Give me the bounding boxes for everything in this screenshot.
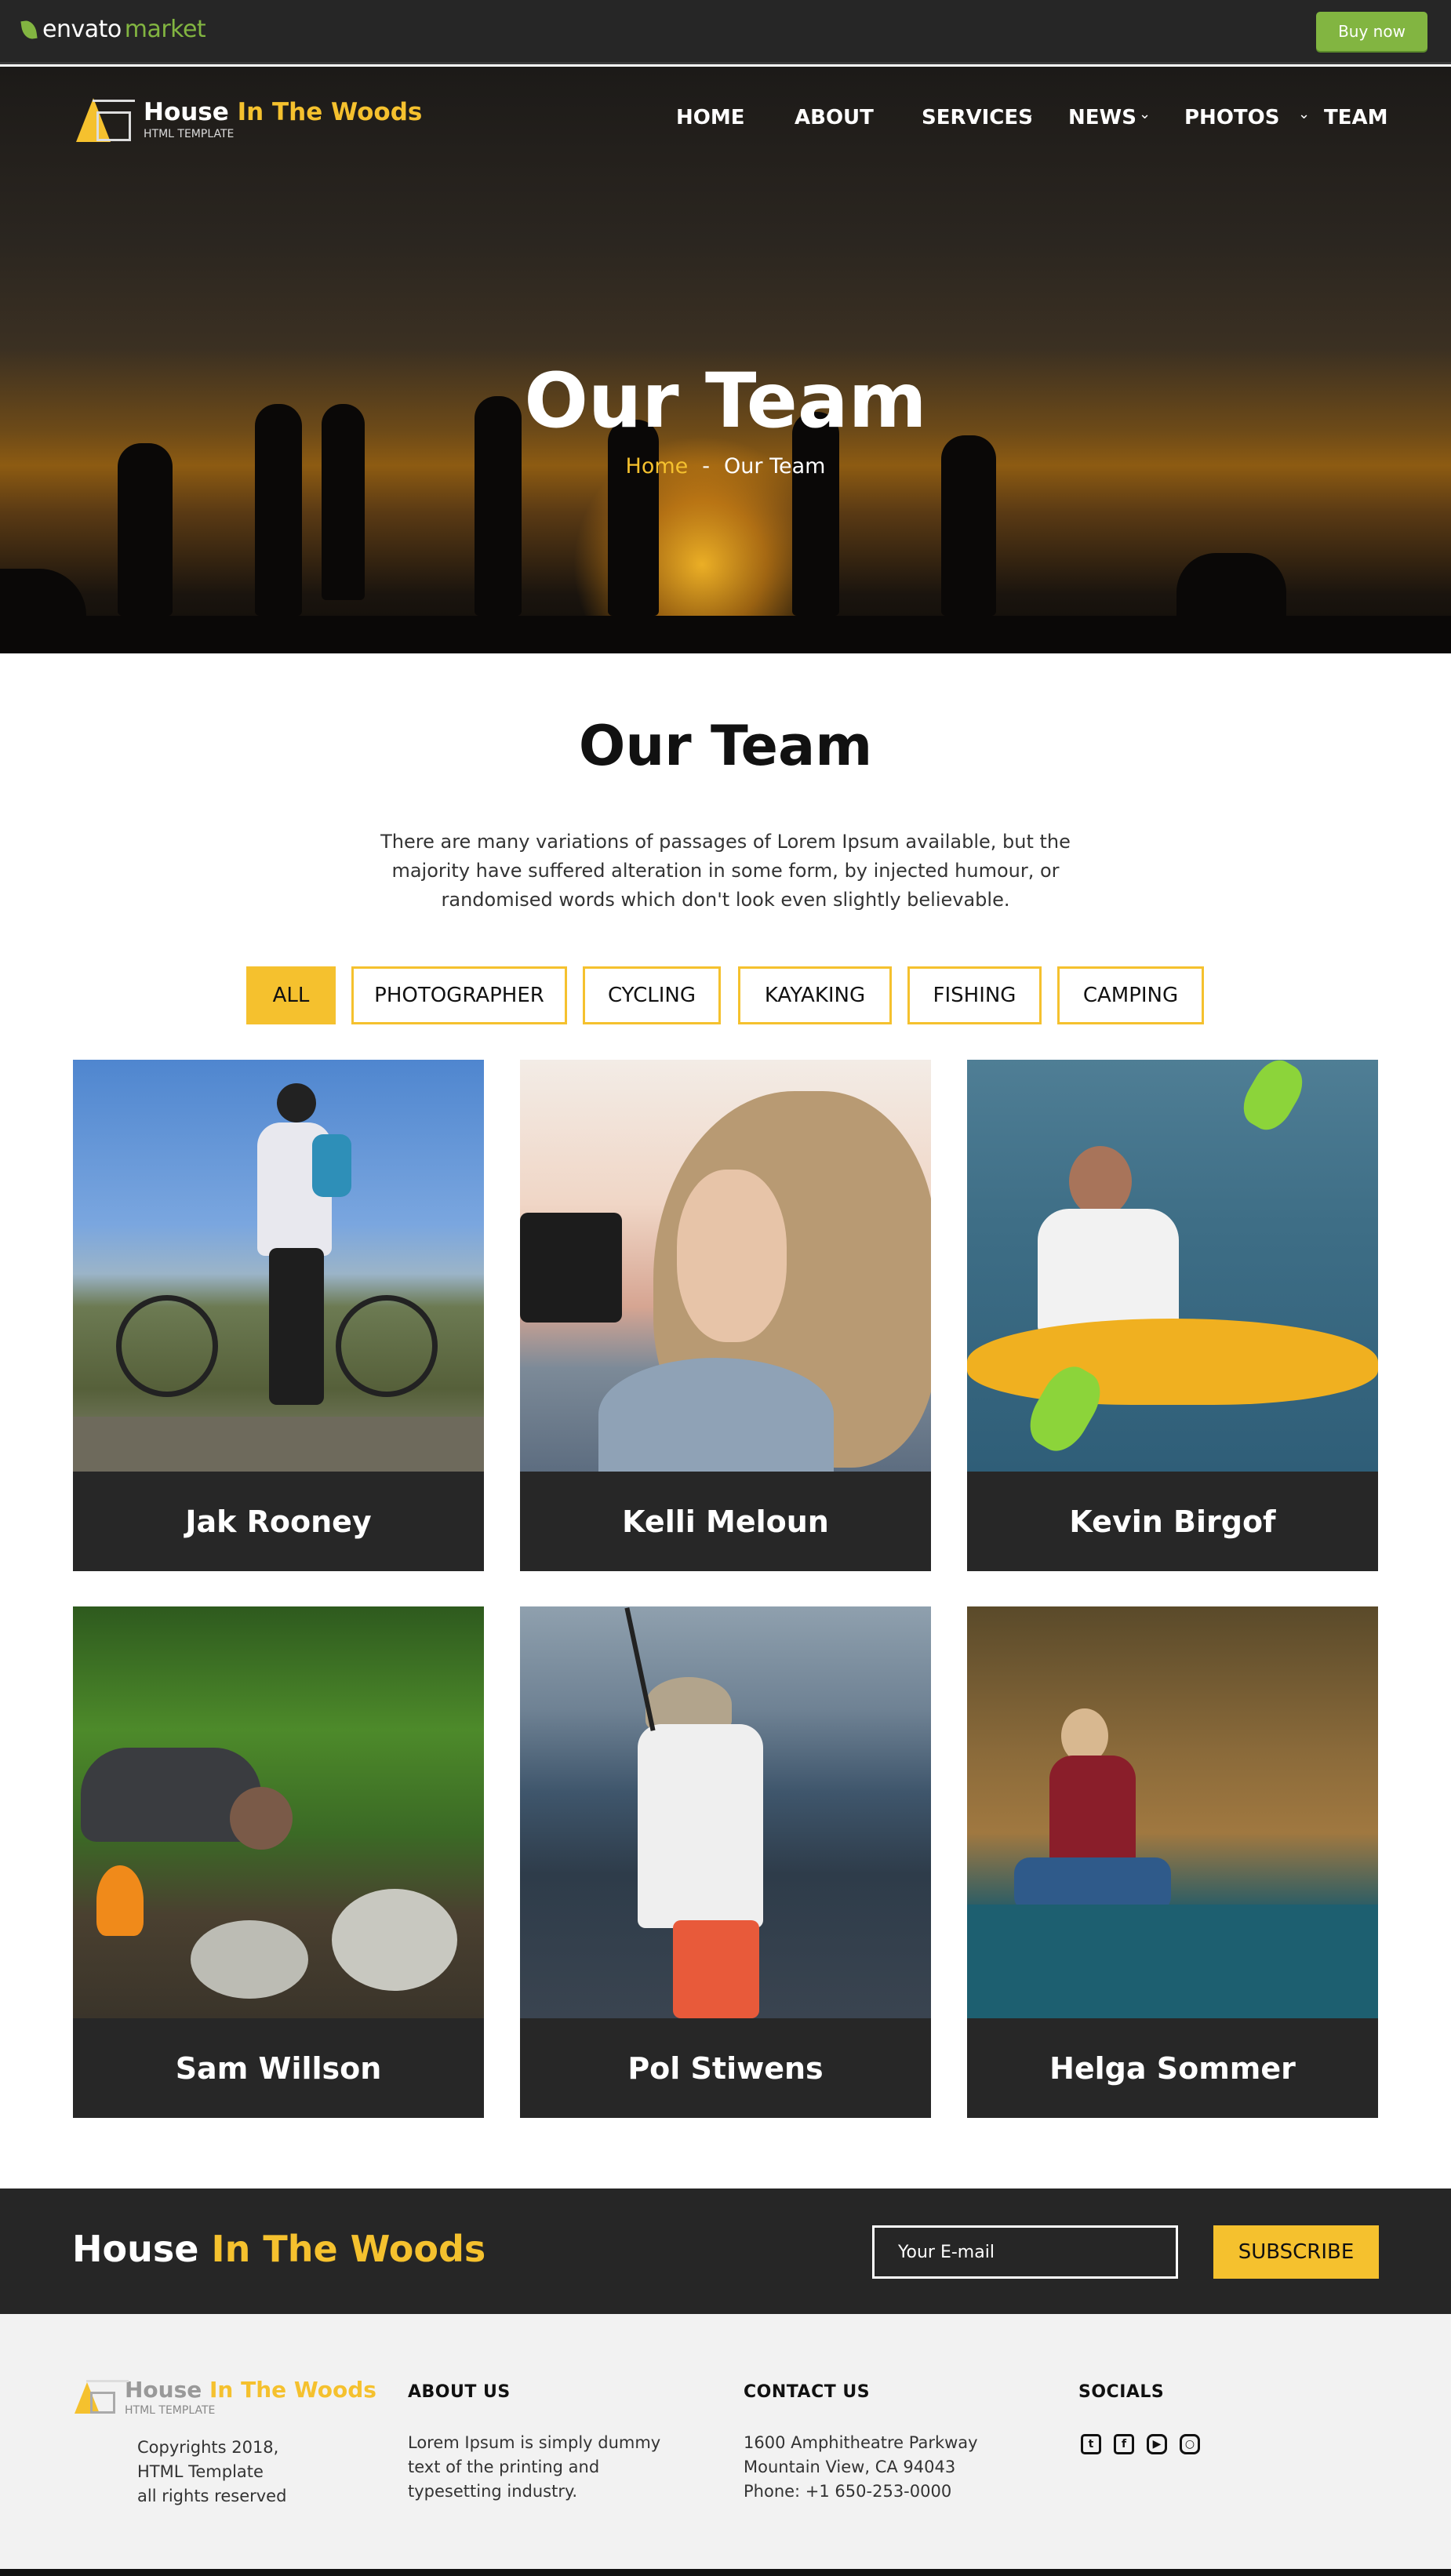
member-photo-fisherman [520,1606,931,2018]
team-card[interactable]: Pol Stiwens [520,1606,931,2118]
copyright-line: Copyrights 2018, [137,2438,279,2457]
chevron-down-icon[interactable]: ⌄ [1139,106,1151,122]
member-photo-camper [73,1606,484,2018]
subscribe-brand-part2: In The Woods [211,2228,486,2270]
filter-photographer[interactable]: PHOTOGRAPHER [351,966,567,1024]
instagram-icon[interactable]: ○ [1180,2434,1200,2454]
member-photo-cyclist [73,1060,484,1472]
footer-about-text: Lorem Ipsum is simply dummy text of the … [408,2431,660,2504]
filter-all[interactable]: ALL [246,966,336,1024]
footer-site-name-part1: House [125,2377,202,2403]
breadcrumb-home-link[interactable]: Home [626,454,689,478]
envato-leaf-icon [20,19,38,40]
section-description: There are many variations of passages of… [380,831,1071,911]
envato-market-bar: envato market Buy now [0,0,1451,64]
member-photo-hiker [967,1606,1378,2018]
footer-contact-title: CONTACT US [744,2382,871,2402]
team-card[interactable]: Sam Willson [73,1606,484,2118]
subscribe-bar: House In The Woods SUBSCRIBE [0,2189,1451,2314]
filter-kayaking[interactable]: KAYAKING [738,966,892,1024]
breadcrumb-current: Our Team [724,454,826,478]
twitter-icon[interactable]: t [1081,2434,1101,2454]
footer-bottom-strip [0,2569,1451,2576]
chevron-down-icon[interactable]: ⌄ [1023,106,1035,122]
filter-fishing[interactable]: FISHING [907,966,1042,1024]
contact-address-line: 1600 Amphitheatre Parkway [744,2433,978,2452]
nav-item-home[interactable]: HOME [676,106,745,129]
main-nav: HOME ABOUT SERVICES ⌄ NEWS ⌄ PHOTOS ⌄ TE… [0,106,1451,137]
footer-logo-text: House In The Woods HTML TEMPLATE [125,2377,376,2418]
hero-banner: House In The Woods HTML TEMPLATE Our Tea… [0,67,1451,653]
footer-tagline: HTML TEMPLATE [125,2404,216,2417]
footer-site-name-part2: In The Woods [209,2377,376,2403]
team-card[interactable]: Kelli Meloun [520,1060,931,1571]
silhouette-person [608,420,659,616]
chevron-down-icon[interactable]: ⌄ [1298,106,1310,122]
envato-logo-word: envato [42,16,122,43]
subscribe-brand-part1: House [72,2228,199,2270]
footer-socials-title: SOCIALS [1078,2382,1165,2402]
subscribe-button[interactable]: SUBSCRIBE [1213,2225,1379,2279]
facebook-icon[interactable]: f [1114,2434,1134,2454]
team-card[interactable]: Kevin Birgof [967,1060,1378,1571]
footer-copyright: Copyrights 2018, HTML Template all right… [137,2436,286,2509]
section-title: Our Team [578,714,873,778]
house-icon [90,2392,115,2414]
footer-about-title: ABOUT US [408,2382,511,2402]
contact-city-line: Mountain View, CA 94043 [744,2458,956,2476]
about-line: typesetting industry. [408,2482,578,2501]
contact-phone: Phone: +1 650-253-0000 [744,2482,952,2501]
member-name: Helga Sommer [1049,2050,1296,2086]
member-name: Kevin Birgof [1069,1504,1276,1539]
nav-item-services[interactable]: SERVICES [922,106,1033,129]
member-photo-kayaker [967,1060,1378,1472]
team-card[interactable]: Helga Sommer [967,1606,1378,2118]
footer: House In The Woods HTML TEMPLATE Copyrig… [0,2314,1451,2569]
social-links: t f ▶ ○ [1081,2434,1200,2454]
youtube-icon[interactable]: ▶ [1147,2434,1167,2454]
copyright-line: all rights reserved [137,2487,287,2505]
nav-item-team[interactable]: TEAM [1324,106,1388,129]
about-line: text of the printing and [408,2458,600,2476]
member-name: Kelli Meloun [622,1504,829,1539]
footer-contact-text: 1600 Amphitheatre Parkway Mountain View,… [744,2431,978,2504]
team-card[interactable]: Jak Rooney [73,1060,484,1571]
filter-cycling[interactable]: CYCLING [583,966,721,1024]
member-name: Sam Willson [175,2050,382,2086]
copyright-line: HTML Template [137,2462,264,2481]
nav-item-photos[interactable]: PHOTOS [1184,106,1279,129]
hero-ground [0,616,1451,653]
member-name: Pol Stiwens [627,2050,824,2086]
hero-title: Our Team [524,357,927,445]
silhouette-person [1176,553,1286,624]
filter-camping[interactable]: CAMPING [1057,966,1204,1024]
market-logo-word: market [124,16,206,43]
buy-now-button[interactable]: Buy now [1316,12,1427,51]
envato-market-logo[interactable]: envato market [20,16,206,43]
nav-item-news[interactable]: NEWS [1068,106,1136,129]
breadcrumb: Home - Our Team [0,454,1451,478]
member-photo-photographer [520,1060,931,1472]
nav-item-about[interactable]: ABOUT [795,106,874,129]
subscribe-brand: House In The Woods [72,2228,485,2270]
about-line: Lorem Ipsum is simply dummy [408,2433,661,2452]
email-field[interactable] [872,2225,1178,2279]
breadcrumb-separator: - [702,454,711,478]
footer-logo[interactable]: House In The Woods HTML TEMPLATE [75,2379,376,2417]
member-name: Jak Rooney [185,1504,372,1539]
